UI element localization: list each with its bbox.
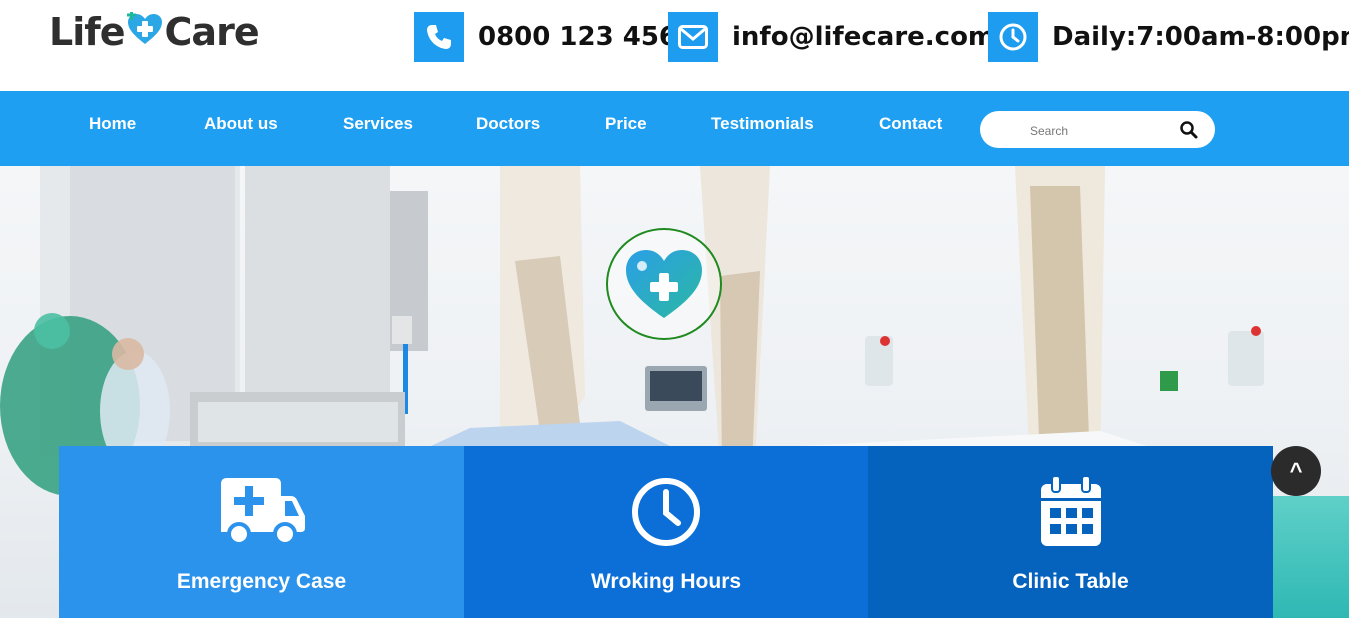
feature-label: Wroking Hours <box>590 570 742 593</box>
opening-hours: Daily:7:00am-8:00pm <box>1052 22 1349 52</box>
search-icon[interactable] <box>1179 120 1199 140</box>
phone-contact[interactable]: 0800 123 456 <box>414 12 677 62</box>
chevron-up-icon: ^ <box>1289 458 1303 483</box>
nav-about-us[interactable]: About us <box>204 114 278 134</box>
nav-home[interactable]: Home <box>89 114 136 134</box>
heart-plus-icon <box>126 10 164 45</box>
heart-plus-icon <box>626 250 702 318</box>
logo-text-left: Life <box>49 10 126 54</box>
envelope-icon <box>668 12 718 62</box>
clock-icon <box>630 476 702 553</box>
nav-price[interactable]: Price <box>605 114 647 134</box>
nav-services[interactable]: Services <box>343 114 413 134</box>
logo-text-right: Care <box>164 10 260 54</box>
ambulance-icon <box>217 476 307 553</box>
search-box <box>980 111 1215 148</box>
feature-label: Clinic Table <box>1012 570 1129 593</box>
phone-number: 0800 123 456 <box>478 22 678 52</box>
scroll-to-top-button[interactable]: ^ <box>1271 446 1321 496</box>
feature-clinic-table[interactable]: Clinic Table <box>868 446 1273 618</box>
feature-working-hours[interactable]: Wroking Hours <box>464 446 868 618</box>
nav-doctors[interactable]: Doctors <box>476 114 540 134</box>
email-contact[interactable]: info@lifecare.com <box>668 12 995 62</box>
feature-label: Emergency Case <box>176 570 347 593</box>
feature-emergency-case[interactable]: Emergency Case <box>59 446 464 618</box>
nav-contact[interactable]: Contact <box>879 114 942 134</box>
email-address: info@lifecare.com <box>732 22 996 52</box>
phone-icon <box>414 12 464 62</box>
clock-icon <box>988 12 1038 62</box>
top-header: Life Care 0800 123 456 info@lifecare.com… <box>0 0 1349 91</box>
search-input[interactable] <box>1028 120 1172 142</box>
nav-testimonials[interactable]: Testimonials <box>711 114 814 134</box>
logo[interactable]: Life Care <box>49 10 260 54</box>
calendar-icon <box>1039 475 1103 553</box>
hours-contact: Daily:7:00am-8:00pm <box>988 12 1349 62</box>
heart-logo-badge <box>606 228 722 340</box>
